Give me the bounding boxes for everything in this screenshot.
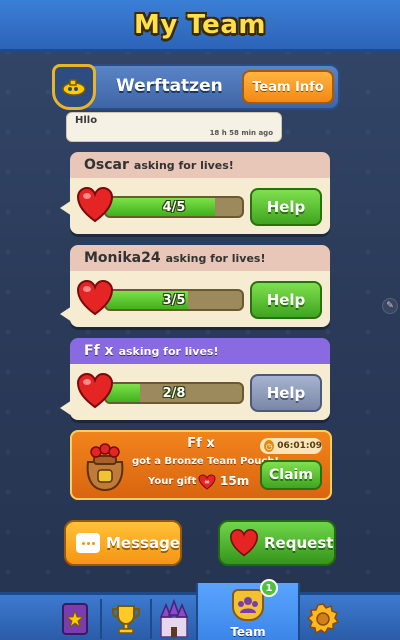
gift-timer-text: 06:01:09 — [277, 441, 322, 451]
team-icon — [232, 589, 264, 621]
life-request-card: Monika24 asking for lives! 3/5 Help — [70, 245, 330, 327]
request-label: asking for lives! — [118, 344, 219, 358]
castle-icon — [159, 599, 189, 638]
request-label: asking for lives! — [133, 158, 234, 172]
nav-team-label: Team — [230, 625, 266, 639]
chat-icon — [76, 533, 100, 553]
gear-icon — [306, 603, 340, 635]
help-button[interactable]: Help — [250, 188, 322, 226]
life-request-card: Ff x asking for lives! 2/8 Help — [70, 338, 330, 420]
lives-progress-bar: 3/5 — [104, 289, 244, 311]
help-button[interactable]: Help — [250, 374, 322, 412]
lives-count: 2/8 — [162, 386, 186, 401]
life-request-header: Ff x asking for lives! — [70, 338, 330, 364]
requester-name: Monika24 — [84, 250, 161, 266]
life-request-card: Oscar asking for lives! 4/5 Help — [70, 152, 330, 234]
lives-count: 3/5 — [162, 293, 186, 308]
team-bar: Werftatzen Team Info — [52, 64, 340, 110]
nav-leaderboard[interactable] — [102, 595, 150, 640]
heart-icon — [76, 280, 114, 316]
team-gift-card: Ff x got a Bronze Team Pouch! Your gift … — [70, 430, 332, 500]
request-label: asking for lives! — [165, 251, 266, 265]
submarine-icon — [52, 64, 96, 110]
header: My Team — [0, 0, 400, 52]
gift-amount: 15m — [220, 474, 250, 488]
life-request-header: Oscar asking for lives! — [70, 152, 330, 178]
gift-description: got a Bronze Team Pouch! — [132, 456, 279, 467]
nav-settings[interactable] — [300, 595, 346, 640]
request-lives-button[interactable]: Request — [218, 520, 336, 566]
chat-message-time: 18 h 58 min ago — [209, 129, 273, 137]
chat-message: Hllo 18 h 58 min ago — [66, 112, 282, 142]
trophy-icon — [112, 605, 140, 634]
request-button-label: Request — [264, 534, 334, 552]
life-request-header: Monika24 asking for lives! — [70, 245, 330, 271]
page-title: My Team — [134, 9, 266, 40]
infinite-heart-icon: ∞ — [198, 474, 216, 490]
lives-progress-bar: 2/8 — [104, 382, 244, 404]
team-notification-badge: 1 — [260, 579, 278, 597]
pencil-icon[interactable]: ✎ — [382, 298, 398, 314]
message-button[interactable]: Message — [64, 520, 182, 566]
claim-button[interactable]: Claim — [260, 460, 322, 490]
requester-name: Oscar — [84, 157, 129, 173]
lives-progress-bar: 4/5 — [104, 196, 244, 218]
message-button-label: Message — [106, 534, 180, 552]
team-info-button[interactable]: Team Info — [242, 70, 334, 104]
chat-message-text: Hllo — [75, 115, 98, 126]
lives-count: 4/5 — [162, 200, 186, 215]
svg-text:∞: ∞ — [204, 478, 210, 486]
gift-timer: ◷ 06:01:09 — [260, 438, 322, 454]
clock-icon: ◷ — [264, 440, 275, 452]
help-button[interactable]: Help — [250, 281, 322, 319]
nav-castle[interactable] — [152, 595, 196, 640]
requester-name: Ff x — [84, 343, 114, 359]
gift-sender-name: Ff x — [187, 436, 215, 451]
heart-icon — [76, 373, 114, 409]
nav-profile[interactable] — [50, 595, 100, 640]
team-name: Werftatzen — [116, 76, 223, 96]
nav-team[interactable]: 1 Team — [196, 579, 300, 640]
bottom-nav: 1 Team — [0, 579, 400, 640]
heart-icon — [76, 187, 114, 223]
gift-label: Your gift — [148, 476, 197, 487]
profile-card-icon — [62, 603, 88, 635]
heart-icon — [229, 529, 259, 557]
